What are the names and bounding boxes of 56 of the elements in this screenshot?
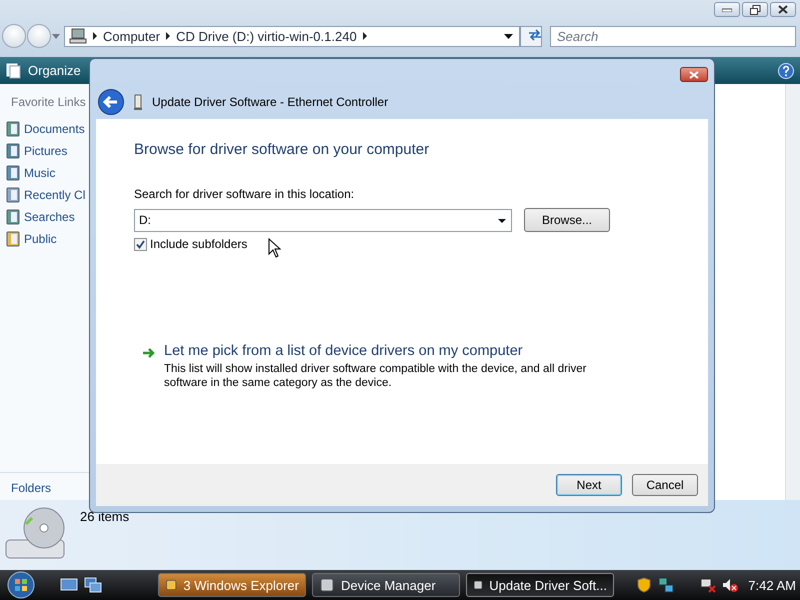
arrow-icon[interactable] — [142, 347, 156, 359]
dialog-button[interactable]: Next — [556, 474, 622, 496]
clock[interactable]: 7:42 AM — [748, 578, 796, 592]
address-bar[interactable]: Computer CD Drive (D:) virtio-win-0.1.240 — [64, 26, 520, 46]
organize-button[interactable]: Organize — [6, 62, 81, 78]
field-label: Search for driver software in this location: — [134, 187, 356, 201]
mouse-pointer-icon — [268, 238, 282, 258]
close-icon — [689, 70, 699, 78]
close-icon — [778, 5, 788, 14]
dialog-heading: Browse for driver software on your computer — [134, 141, 430, 158]
taskbar-button[interactable]: 3 Windows Explorer — [158, 573, 306, 597]
shield-icon[interactable] — [636, 577, 652, 593]
breadcrumb-arrow-icon[interactable] — [93, 32, 97, 40]
item-count: 26 items — [80, 509, 130, 524]
taskbar-button[interactable]: Update Driver Soft... — [466, 573, 614, 597]
network-icon[interactable] — [658, 577, 674, 593]
dialog-button[interactable]: Cancel — [632, 474, 698, 496]
breadcrumb-arrow-icon[interactable] — [166, 32, 170, 40]
close-button[interactable] — [770, 2, 796, 17]
favorite-link[interactable]: Pictures — [0, 140, 89, 162]
option-description: This list will show installed driver software compatible with the device, and all driver software in the same category as the device. — [164, 362, 588, 390]
breadcrumb-item[interactable]: CD Drive (D:) virtio-win-0.1.240 — [176, 28, 357, 44]
minimize-icon — [722, 8, 732, 12]
pages-icon — [6, 62, 22, 78]
volume-muted-icon[interactable] — [722, 577, 738, 593]
checkbox[interactable] — [134, 238, 147, 250]
computer-icon — [69, 28, 87, 44]
browse-button[interactable]: Browse... — [524, 208, 610, 232]
favorite-link[interactable]: Searches — [0, 206, 89, 228]
favorite-link[interactable]: Documents — [0, 118, 89, 140]
checkbox-label: Include subfolders — [150, 237, 248, 251]
taskbar-button[interactable]: Device Manager — [312, 573, 460, 597]
dropdown-caret-icon[interactable] — [504, 34, 513, 38]
refresh-icon — [527, 28, 543, 40]
section-title: Favorite Links — [10, 94, 87, 111]
restore-button[interactable] — [742, 2, 768, 17]
search-field[interactable]: Search — [550, 26, 796, 46]
refresh-button[interactable] — [520, 26, 542, 46]
dropdown-caret-icon[interactable] — [498, 218, 506, 222]
restore-icon — [750, 4, 760, 14]
breadcrumb-item[interactable]: Computer — [103, 28, 160, 44]
location-field[interactable]: D: — [134, 208, 512, 232]
favorite-link[interactable]: Public — [0, 228, 89, 250]
desktop-icon[interactable] — [60, 577, 78, 593]
favorite-link[interactable]: Recently Cl — [0, 184, 89, 206]
network-error-icon[interactable] — [700, 577, 716, 593]
close-button[interactable] — [680, 67, 708, 82]
dialog-title: Update Driver Software - Ethernet Controller — [152, 95, 388, 109]
help-icon[interactable] — [778, 62, 794, 78]
scrollbar[interactable] — [785, 84, 800, 500]
option-link[interactable]: Let me pick from a list of device drivers on my computer — [164, 343, 614, 359]
breadcrumb-arrow-icon[interactable] — [362, 32, 367, 40]
favorite-link[interactable]: Music — [0, 162, 89, 184]
minimize-button[interactable] — [714, 2, 740, 17]
back-button[interactable] — [98, 89, 124, 115]
windows-icon[interactable] — [84, 577, 102, 593]
